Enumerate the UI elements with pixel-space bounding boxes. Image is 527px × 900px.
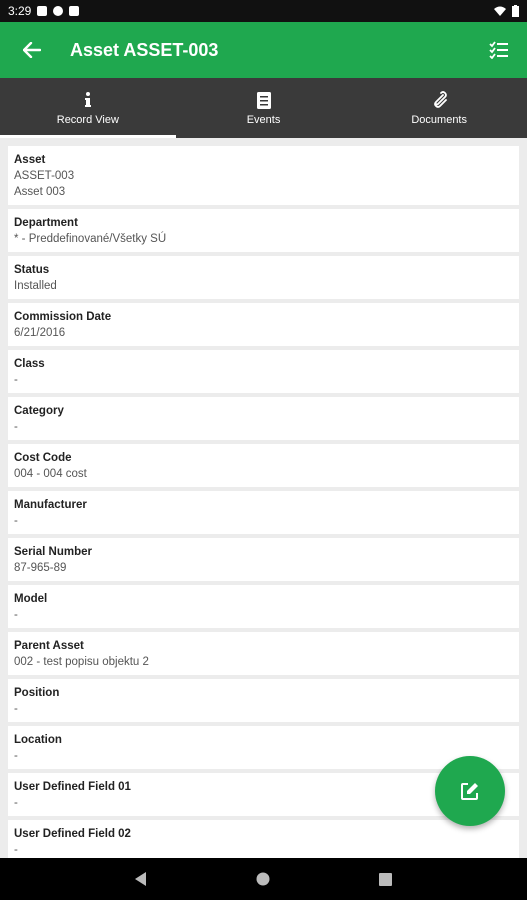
field-label: Cost Code: [14, 452, 72, 464]
app-bar: Asset ASSET-003: [0, 22, 527, 78]
field-asset: Asset ASSET-003 Asset 003: [8, 146, 519, 205]
back-button[interactable]: [0, 22, 64, 78]
nav-home-button[interactable]: [243, 859, 283, 899]
field-cost-code: Cost Code 004 - 004 cost: [8, 444, 519, 487]
field-label: Model: [14, 593, 48, 605]
tab-label: Documents: [411, 114, 467, 126]
system-nav-bar: [0, 858, 527, 900]
paperclip-icon: [431, 90, 448, 110]
field-label: Status: [14, 264, 50, 276]
checklist-button[interactable]: [471, 22, 527, 78]
field-value: 004 - 004 cost: [14, 468, 87, 480]
field-value: Asset 003: [14, 186, 66, 198]
info-icon: [84, 90, 92, 110]
field-category: Category -: [8, 397, 519, 440]
field-label: Commission Date: [14, 311, 112, 323]
tab-events[interactable]: Events: [176, 78, 352, 138]
field-label: Department: [14, 217, 78, 229]
field-label: Category: [14, 405, 64, 417]
field-position: Position -: [8, 679, 519, 722]
battery-icon: [512, 5, 519, 17]
edit-icon: [461, 783, 478, 800]
nav-back-button[interactable]: [121, 859, 161, 899]
status-right: [494, 5, 519, 17]
field-value: 6/21/2016: [14, 327, 66, 339]
field-value: -: [14, 703, 18, 715]
field-parent-asset: Parent Asset 002 - test popisu objektu 2: [8, 632, 519, 675]
status-left: 3:29: [8, 4, 80, 18]
field-status: Status Installed: [8, 256, 519, 299]
field-user-defined-02: User Defined Field 02 -: [8, 820, 519, 858]
wifi-icon: [494, 6, 506, 16]
field-value: Installed: [14, 280, 57, 292]
tab-record-view[interactable]: Record View: [0, 78, 176, 138]
field-commission-date: Commission Date 6/21/2016: [8, 303, 519, 346]
field-label: Class: [14, 358, 45, 370]
field-label: User Defined Field 02: [14, 828, 131, 840]
field-label: Asset: [14, 154, 46, 166]
field-value: -: [14, 421, 18, 433]
field-department: Department * - Preddefinované/Všetky SÚ: [8, 209, 519, 252]
tab-bar: Record View Events Documents: [0, 78, 527, 138]
field-label: Manufacturer: [14, 499, 87, 511]
field-manufacturer: Manufacturer -: [8, 491, 519, 534]
triangle-back-icon: [135, 872, 147, 886]
field-label: Location: [14, 734, 62, 746]
tab-documents[interactable]: Documents: [351, 78, 527, 138]
sd-card-icon: [69, 6, 80, 16]
nav-recents-button[interactable]: [366, 859, 406, 899]
field-value: -: [14, 844, 18, 856]
square-recents-icon: [379, 872, 393, 886]
field-value: 87-965-89: [14, 562, 67, 574]
arrow-left-icon: [23, 42, 41, 58]
field-value: -: [14, 750, 18, 762]
status-bar: 3:29: [0, 0, 527, 22]
field-model: Model -: [8, 585, 519, 628]
page-title: Asset ASSET-003: [70, 39, 219, 60]
notification-icon: [53, 6, 64, 16]
field-value: -: [14, 515, 18, 527]
tab-label: Events: [246, 114, 281, 126]
field-value: -: [14, 374, 18, 386]
field-serial-number: Serial Number 87-965-89: [8, 538, 519, 581]
circle-home-icon: [256, 872, 270, 886]
record-fields-list[interactable]: Asset ASSET-003 Asset 003 Department * -…: [0, 138, 527, 858]
field-label: Parent Asset: [14, 640, 84, 652]
field-value: -: [14, 609, 18, 621]
field-label: Position: [14, 687, 60, 699]
edit-record-button[interactable]: [435, 756, 505, 826]
document-icon: [256, 90, 271, 110]
checklist-icon: [489, 41, 508, 59]
tab-label: Record View: [56, 114, 119, 126]
field-value: * - Preddefinované/Všetky SÚ: [14, 233, 167, 245]
status-time: 3:29: [8, 4, 32, 18]
field-location: Location -: [8, 726, 519, 769]
field-class: Class -: [8, 350, 519, 393]
field-label: Serial Number: [14, 546, 92, 558]
notification-icon: [37, 6, 48, 16]
field-value: 002 - test popisu objektu 2: [14, 656, 149, 668]
field-value: ASSET-003: [14, 170, 75, 182]
